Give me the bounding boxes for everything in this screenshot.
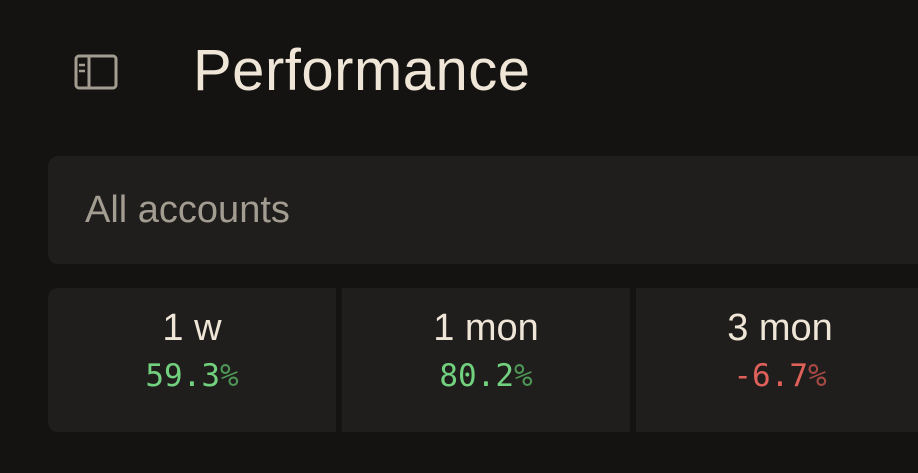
account-filter-select[interactable]: All accounts xyxy=(48,156,918,264)
period-change-value: 59.3 xyxy=(145,358,220,394)
period-change-unit: % xyxy=(513,358,533,394)
period-change-value: 80.2 xyxy=(439,358,514,394)
account-filter-value: All accounts xyxy=(85,188,290,231)
performance-page: Performance All accounts 1 w 59.3% 1 mon… xyxy=(0,0,918,473)
sidebar-toggle-icon xyxy=(74,54,118,90)
period-change-unit: % xyxy=(219,358,239,394)
period-change-value: -6.7 xyxy=(733,358,808,394)
page-title: Performance xyxy=(193,38,531,103)
performance-periods: 1 w 59.3% 1 mon 80.2% 3 mon -6.7% xyxy=(48,288,918,432)
period-label: 1 w xyxy=(162,307,222,349)
period-change-unit: % xyxy=(807,358,827,394)
period-card-1w[interactable]: 1 w 59.3% xyxy=(48,288,336,432)
period-label: 3 mon xyxy=(727,307,833,349)
period-card-3mon[interactable]: 3 mon -6.7% xyxy=(636,288,918,432)
sidebar-toggle-button[interactable] xyxy=(64,44,128,100)
period-label: 1 mon xyxy=(433,307,539,349)
period-change: 59.3% xyxy=(145,358,238,394)
period-card-1mon[interactable]: 1 mon 80.2% xyxy=(342,288,630,432)
period-change: 80.2% xyxy=(439,358,532,394)
period-change: -6.7% xyxy=(733,358,826,394)
